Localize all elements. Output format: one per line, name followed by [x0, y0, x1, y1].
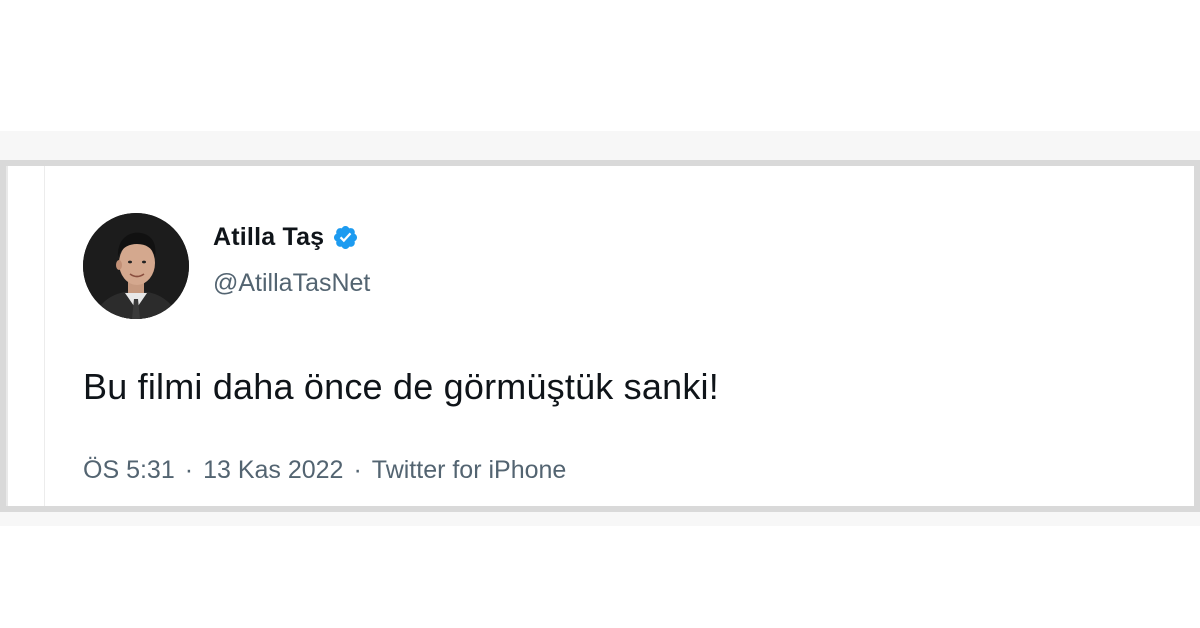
- tweet-meta: ÖS 5:31 · 13 Kas 2022 · Twitter for iPho…: [83, 456, 566, 485]
- author-display-name[interactable]: Atilla Taş: [213, 223, 324, 252]
- tweet-body: Atilla Taş @AtillaTasNet Bu filmi daha ö…: [44, 166, 1194, 506]
- verified-badge-icon: [334, 225, 358, 250]
- author-name-row: Atilla Taş: [213, 223, 359, 252]
- tweet-time[interactable]: ÖS 5:31: [83, 456, 175, 485]
- tweet-text: Bu filmi daha önce de görmüştük sanki!: [83, 366, 719, 407]
- tweet-frame: Atilla Taş @AtillaTasNet Bu filmi daha ö…: [0, 160, 1200, 512]
- tweet-card: Atilla Taş @AtillaTasNet Bu filmi daha ö…: [6, 166, 1194, 506]
- meta-separator: ·: [184, 456, 194, 484]
- avatar[interactable]: [83, 213, 189, 319]
- author-handle[interactable]: @AtillaTasNet: [213, 269, 370, 298]
- page-canvas: Atilla Taş @AtillaTasNet Bu filmi daha ö…: [0, 0, 1200, 628]
- tweet-source[interactable]: Twitter for iPhone: [372, 456, 567, 485]
- meta-separator: ·: [353, 456, 362, 484]
- tweet-date[interactable]: 13 Kas 2022: [203, 456, 343, 485]
- avatar-image: [83, 213, 189, 319]
